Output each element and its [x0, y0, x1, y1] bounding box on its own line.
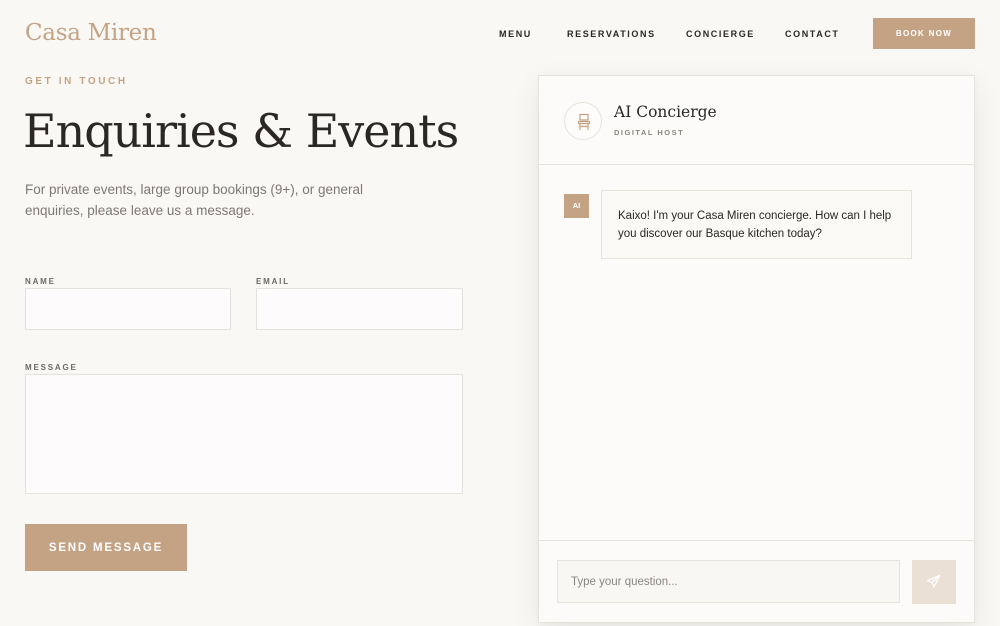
- page-title: Enquiries & Events: [23, 104, 459, 158]
- ai-message-badge: AI: [564, 194, 589, 218]
- chat-footer: [539, 540, 974, 622]
- concierge-avatar: [564, 102, 602, 140]
- intro-text: For private events, large group bookings…: [25, 182, 364, 218]
- nav-contact[interactable]: CONTACT: [785, 29, 840, 39]
- send-message-button[interactable]: SEND MESSAGE: [25, 524, 187, 571]
- book-now-button[interactable]: BOOK NOW: [873, 18, 975, 49]
- nav-reservations[interactable]: RESERVATIONS: [567, 29, 656, 39]
- main-nav: MENU RESERVATIONS CONCIERGE CONTACT: [0, 29, 1000, 41]
- nav-menu[interactable]: MENU: [499, 29, 532, 39]
- chat-question-input[interactable]: [557, 560, 900, 603]
- ai-message-bubble: Kaixo! I'm your Casa Miren concierge. Ho…: [601, 190, 912, 259]
- name-label: NAME: [25, 277, 56, 286]
- chat-subtitle: DIGITAL HOST: [614, 128, 685, 137]
- nav-concierge[interactable]: CONCIERGE: [686, 29, 755, 39]
- concierge-chat-panel: AI Concierge DIGITAL HOST AI Kaixo! I'm …: [538, 75, 975, 623]
- chat-send-button[interactable]: [912, 560, 956, 604]
- email-field[interactable]: [256, 288, 463, 330]
- chat-title: AI Concierge: [614, 103, 717, 121]
- message-field[interactable]: [25, 374, 463, 494]
- name-field[interactable]: [25, 288, 231, 330]
- section-eyebrow: GET IN TOUCH: [25, 76, 128, 87]
- email-label: EMAIL: [256, 277, 290, 286]
- message-label: MESSAGE: [25, 363, 78, 372]
- chat-header: AI Concierge DIGITAL HOST: [539, 76, 974, 165]
